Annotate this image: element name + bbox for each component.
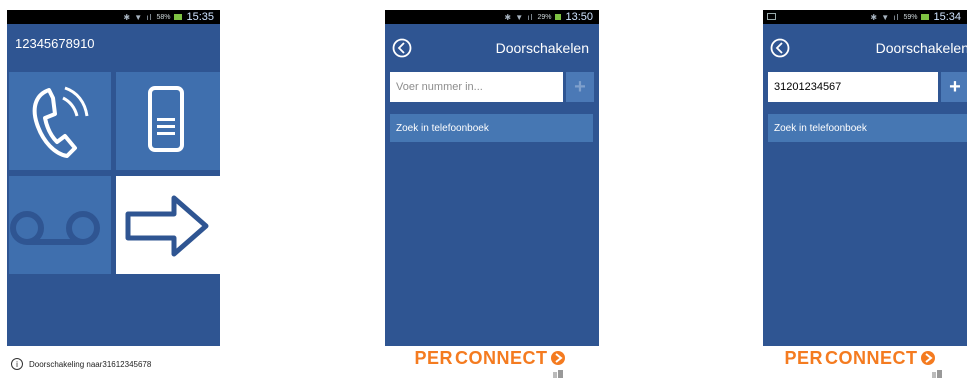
small-logo-icon: [932, 370, 942, 378]
phone-number-input[interactable]: [390, 72, 563, 102]
logo-text-connect: CONNECT: [825, 347, 918, 368]
logo-text-per: PER: [414, 347, 453, 368]
signal-icons: ✱ ▼ ıl: [504, 12, 534, 22]
status-time: 15:35: [186, 11, 214, 23]
phone-screen-forward-filled: ✱ ▼ ıl 59% 15:34 Doorschakelen + Zoek in…: [763, 10, 967, 346]
status-bar: ✱ ▼ ıl 29% 13:50: [385, 10, 599, 24]
battery-percent: 29%: [537, 13, 552, 21]
add-button[interactable]: +: [941, 72, 967, 102]
page-title: Doorschakelen: [495, 40, 589, 56]
logo-mark-icon: [920, 351, 935, 365]
forwarding-status: i Doorschakeling naar 31612345678: [11, 358, 151, 370]
logo-text-connect: CONNECT: [455, 347, 548, 368]
phone-number-input[interactable]: [768, 72, 938, 102]
forward-arrow-icon: [125, 195, 209, 257]
status-text-prefix: Doorschakeling naar: [29, 359, 103, 369]
status-time: 13:50: [565, 11, 593, 23]
info-icon: i: [11, 358, 23, 370]
battery-icon: [921, 14, 930, 20]
battery-icon: [174, 14, 183, 20]
signal-icons: ✱ ▼ ıl: [870, 12, 900, 22]
voicemail-tile[interactable]: [9, 176, 111, 274]
add-button[interactable]: +: [566, 72, 594, 102]
document-icon: [148, 86, 184, 152]
perconnect-logo: PER CONNECT: [770, 348, 950, 368]
perconnect-logo: PER CONNECT: [400, 348, 580, 368]
phonebook-search-button[interactable]: Zoek in telefoonboek: [390, 114, 593, 142]
back-icon[interactable]: [392, 38, 412, 58]
status-time: 15:34: [933, 11, 961, 23]
notification-icon: [767, 13, 776, 20]
messages-tile[interactable]: [116, 72, 220, 170]
status-bar: ✱ ▼ ıl 59% 15:34: [763, 10, 967, 24]
phone-screen-home: ✱ ▼ ıl 58% 15:35 12345678910: [7, 10, 220, 346]
phone-number-title: 12345678910: [15, 36, 95, 51]
signal-icons: ✱ ▼ ıl: [123, 12, 153, 22]
phonebook-search-button[interactable]: Zoek in telefoonboek: [768, 114, 967, 142]
call-tile[interactable]: [9, 72, 111, 170]
battery-percent: 59%: [903, 13, 918, 21]
back-icon[interactable]: [770, 38, 790, 58]
status-forward-number: 31612345678: [102, 359, 152, 369]
page-title: Doorschakelen: [875, 40, 967, 56]
logo-mark-icon: [550, 351, 565, 365]
small-logo-icon: [553, 370, 563, 378]
logo-text-per: PER: [784, 347, 823, 368]
phone-icon: [32, 86, 89, 158]
status-bar: ✱ ▼ ıl 58% 15:35: [7, 10, 220, 24]
battery-icon: [555, 14, 562, 20]
battery-percent: 58%: [156, 13, 171, 21]
voicemail-icon: [10, 211, 100, 245]
call-forward-tile[interactable]: [116, 176, 220, 274]
phone-screen-forward-empty: ✱ ▼ ıl 29% 13:50 Doorschakelen + Zoek in…: [385, 10, 599, 346]
